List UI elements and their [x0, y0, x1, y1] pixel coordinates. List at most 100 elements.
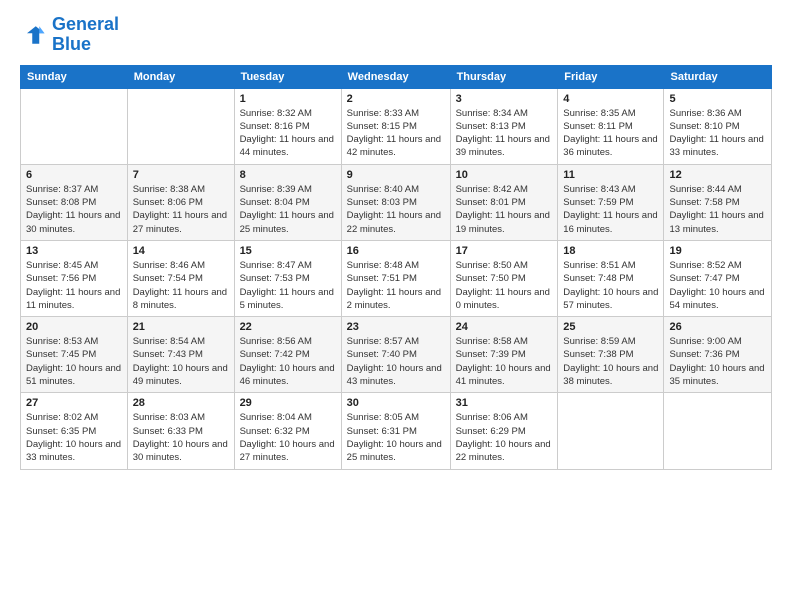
sunrise-text: Sunrise: 8:59 AM — [563, 335, 658, 348]
calendar-cell: 14 Sunrise: 8:46 AMSunset: 7:54 PMDayligh… — [127, 240, 234, 316]
day-number: 20 — [26, 321, 122, 333]
sunset-text: Sunset: 7:38 PM — [563, 348, 658, 361]
sunrise-text: Sunrise: 8:39 AM — [240, 183, 336, 196]
sunrise-text: Sunrise: 8:48 AM — [347, 259, 445, 272]
sunset-text: Sunset: 8:04 PM — [240, 196, 336, 209]
day-info: Sunrise: 8:32 AMSunset: 8:16 PMDaylight:… — [240, 107, 336, 160]
sunset-text: Sunset: 8:11 PM — [563, 120, 658, 133]
week-row-2: 6Sunrise: 8:37 AMSunset: 8:08 PMDaylight… — [21, 164, 772, 240]
day-info: Sunrise: 8:59 AMSunset: 7:38 PMDaylight:… — [563, 335, 658, 388]
calendar-cell — [558, 393, 664, 469]
calendar-cell: 25 Sunrise: 8:59 AMSunset: 7:38 PMDayligh… — [558, 317, 664, 393]
sunset-text: Sunset: 7:56 PM — [26, 272, 122, 285]
daylight-text: Daylight: 10 hours and 30 minutes. — [133, 438, 229, 465]
daylight-text: Daylight: 10 hours and 57 minutes. — [563, 286, 658, 313]
sunrise-text: Sunrise: 8:02 AM — [26, 411, 122, 424]
day-number: 14 — [133, 245, 229, 257]
calendar-cell: 29Sunrise: 8:04 AMSunset: 6:32 PMDayligh… — [234, 393, 341, 469]
logo-text: General Blue — [52, 15, 119, 55]
daylight-text: Daylight: 10 hours and 22 minutes. — [456, 438, 553, 465]
day-info: Sunrise: 8:35 AMSunset: 8:11 PMDaylight:… — [563, 107, 658, 160]
sunrise-text: Sunrise: 8:57 AM — [347, 335, 445, 348]
sunrise-text: Sunrise: 8:36 AM — [669, 107, 766, 120]
daylight-text: Daylight: 11 hours and 25 minutes. — [240, 209, 336, 236]
day-info: Sunrise: 8:50 AMSunset: 7:50 PMDaylight:… — [456, 259, 553, 312]
sunrise-text: Sunrise: 8:54 AM — [133, 335, 229, 348]
daylight-text: Daylight: 11 hours and 27 minutes. — [133, 209, 229, 236]
sunrise-text: Sunrise: 8:53 AM — [26, 335, 122, 348]
day-number: 4 — [563, 93, 658, 105]
daylight-text: Daylight: 11 hours and 16 minutes. — [563, 209, 658, 236]
sunset-text: Sunset: 8:01 PM — [456, 196, 553, 209]
sunrise-text: Sunrise: 8:56 AM — [240, 335, 336, 348]
weekday-header-row: SundayMondayTuesdayWednesdayThursdayFrid… — [21, 65, 772, 88]
daylight-text: Daylight: 11 hours and 5 minutes. — [240, 286, 336, 313]
sunset-text: Sunset: 7:42 PM — [240, 348, 336, 361]
day-info: Sunrise: 8:39 AMSunset: 8:04 PMDaylight:… — [240, 183, 336, 236]
weekday-monday: Monday — [127, 65, 234, 88]
day-number: 22 — [240, 321, 336, 333]
sunrise-text: Sunrise: 8:44 AM — [669, 183, 766, 196]
daylight-text: Daylight: 10 hours and 43 minutes. — [347, 362, 445, 389]
sunrise-text: Sunrise: 8:52 AM — [669, 259, 766, 272]
day-info: Sunrise: 8:45 AMSunset: 7:56 PMDaylight:… — [26, 259, 122, 312]
logo-icon — [20, 21, 48, 49]
day-info: Sunrise: 8:46 AMSunset: 7:54 PMDaylight:… — [133, 259, 229, 312]
day-number: 19 — [669, 245, 766, 257]
sunrise-text: Sunrise: 9:00 AM — [669, 335, 766, 348]
sunrise-text: Sunrise: 8:05 AM — [347, 411, 445, 424]
calendar-cell: 5Sunrise: 8:36 AMSunset: 8:10 PMDaylight… — [664, 88, 772, 164]
day-number: 28 — [133, 397, 229, 409]
day-number: 25 — [563, 321, 658, 333]
calendar-cell: 23Sunrise: 8:57 AMSunset: 7:40 PMDayligh… — [341, 317, 450, 393]
weekday-saturday: Saturday — [664, 65, 772, 88]
sunset-text: Sunset: 7:45 PM — [26, 348, 122, 361]
calendar-cell: 12Sunrise: 8:44 AMSunset: 7:58 PMDayligh… — [664, 164, 772, 240]
sunrise-text: Sunrise: 8:04 AM — [240, 411, 336, 424]
sunset-text: Sunset: 8:13 PM — [456, 120, 553, 133]
day-number: 21 — [133, 321, 229, 333]
day-number: 1 — [240, 93, 336, 105]
day-number: 12 — [669, 169, 766, 181]
day-info: Sunrise: 8:06 AMSunset: 6:29 PMDaylight:… — [456, 411, 553, 464]
day-info: Sunrise: 8:56 AMSunset: 7:42 PMDaylight:… — [240, 335, 336, 388]
calendar-cell: 8Sunrise: 8:39 AMSunset: 8:04 PMDaylight… — [234, 164, 341, 240]
calendar-cell: 11Sunrise: 8:43 AMSunset: 7:59 PMDayligh… — [558, 164, 664, 240]
sunset-text: Sunset: 7:48 PM — [563, 272, 658, 285]
daylight-text: Daylight: 10 hours and 33 minutes. — [26, 438, 122, 465]
calendar-cell: 30Sunrise: 8:05 AMSunset: 6:31 PMDayligh… — [341, 393, 450, 469]
day-number: 26 — [669, 321, 766, 333]
day-number: 11 — [563, 169, 658, 181]
day-info: Sunrise: 8:52 AMSunset: 7:47 PMDaylight:… — [669, 259, 766, 312]
day-info: Sunrise: 8:53 AMSunset: 7:45 PMDaylight:… — [26, 335, 122, 388]
calendar-cell: 31Sunrise: 8:06 AMSunset: 6:29 PMDayligh… — [450, 393, 558, 469]
sunset-text: Sunset: 7:39 PM — [456, 348, 553, 361]
sunrise-text: Sunrise: 8:47 AM — [240, 259, 336, 272]
sunrise-text: Sunrise: 8:32 AM — [240, 107, 336, 120]
calendar-cell: 2Sunrise: 8:33 AMSunset: 8:15 PMDaylight… — [341, 88, 450, 164]
daylight-text: Daylight: 11 hours and 22 minutes. — [347, 209, 445, 236]
daylight-text: Daylight: 11 hours and 2 minutes. — [347, 286, 445, 313]
sunrise-text: Sunrise: 8:38 AM — [133, 183, 229, 196]
day-number: 10 — [456, 169, 553, 181]
sunset-text: Sunset: 7:47 PM — [669, 272, 766, 285]
day-number: 18 — [563, 245, 658, 257]
sunset-text: Sunset: 8:16 PM — [240, 120, 336, 133]
sunrise-text: Sunrise: 8:03 AM — [133, 411, 229, 424]
calendar-cell: 20 Sunrise: 8:53 AMSunset: 7:45 PMDayligh… — [21, 317, 128, 393]
sunset-text: Sunset: 6:29 PM — [456, 425, 553, 438]
sunrise-text: Sunrise: 8:58 AM — [456, 335, 553, 348]
week-row-1: 1 Sunrise: 8:32 AMSunset: 8:16 PMDaylight… — [21, 88, 772, 164]
calendar-cell: 19 Sunrise: 8:52 AMSunset: 7:47 PMDayligh… — [664, 240, 772, 316]
sunrise-text: Sunrise: 8:46 AM — [133, 259, 229, 272]
calendar-cell: 13Sunrise: 8:45 AMSunset: 7:56 PMDayligh… — [21, 240, 128, 316]
week-row-5: 27Sunrise: 8:02 AMSunset: 6:35 PMDayligh… — [21, 393, 772, 469]
sunrise-text: Sunrise: 8:43 AM — [563, 183, 658, 196]
day-number: 2 — [347, 93, 445, 105]
calendar-cell: 3Sunrise: 8:34 AMSunset: 8:13 PMDaylight… — [450, 88, 558, 164]
daylight-text: Daylight: 11 hours and 13 minutes. — [669, 209, 766, 236]
weekday-sunday: Sunday — [21, 65, 128, 88]
daylight-text: Daylight: 11 hours and 19 minutes. — [456, 209, 553, 236]
daylight-text: Daylight: 10 hours and 41 minutes. — [456, 362, 553, 389]
sunset-text: Sunset: 6:33 PM — [133, 425, 229, 438]
